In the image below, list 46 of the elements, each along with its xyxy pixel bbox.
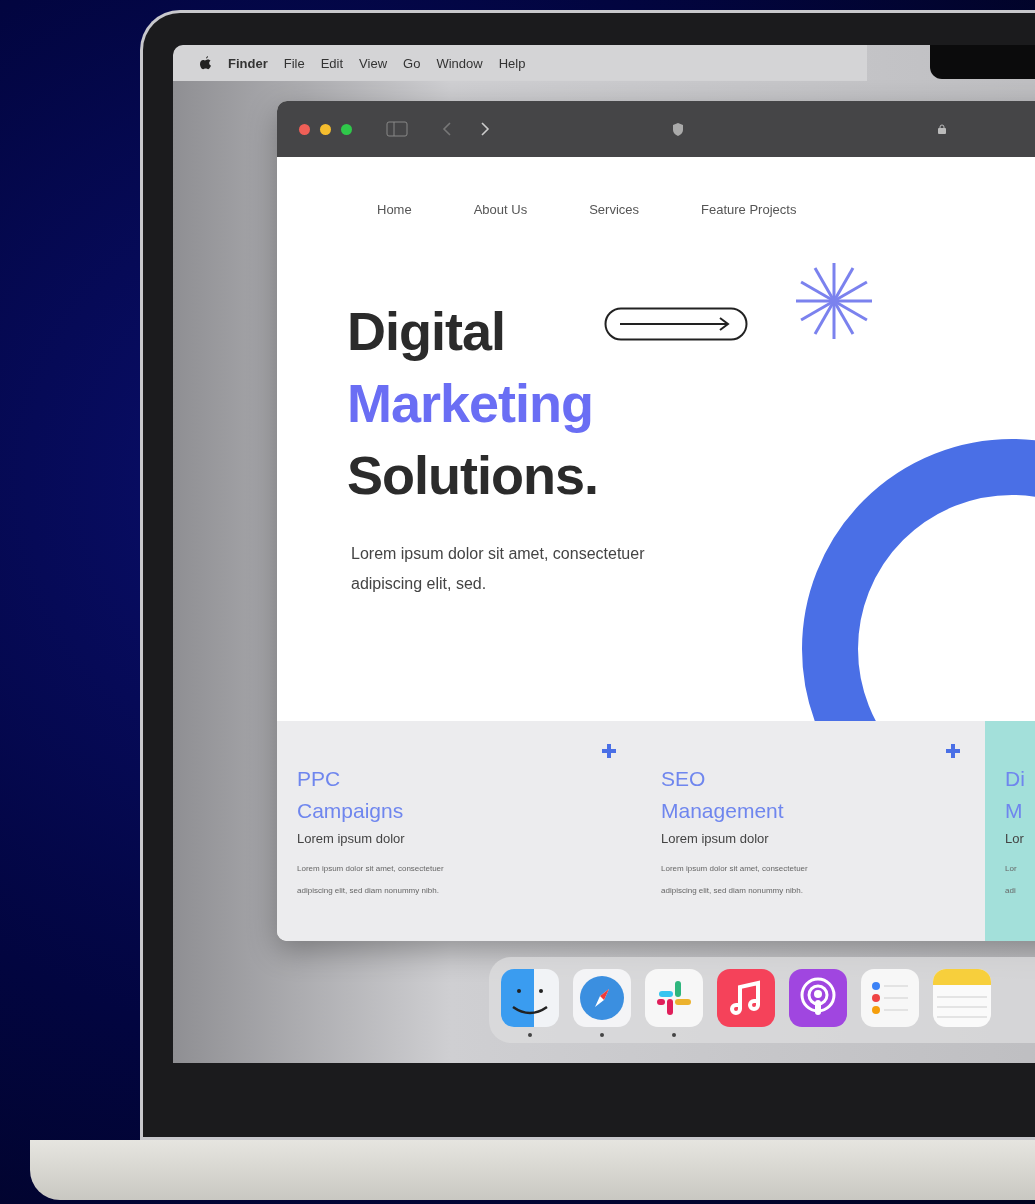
menu-item[interactable]: Window xyxy=(436,55,483,71)
headline: Solutions. xyxy=(347,444,598,507)
card-subtitle: Lor xyxy=(1005,831,1024,846)
card-title: Campaigns xyxy=(297,798,404,824)
nav-link[interactable]: Services xyxy=(589,202,640,217)
apple-icon[interactable] xyxy=(199,55,212,71)
card-title: Management xyxy=(661,798,784,824)
menu-item[interactable]: Help xyxy=(498,55,526,71)
asterisk-icon xyxy=(794,261,874,341)
card-title: M xyxy=(1005,798,1023,824)
card-title: PPC xyxy=(297,766,341,792)
arrow-pill-icon xyxy=(604,307,748,341)
plus-icon[interactable] xyxy=(601,743,617,759)
card-title: Di xyxy=(1005,766,1025,792)
menu-item[interactable]: File xyxy=(283,55,305,71)
sidebar-icon[interactable] xyxy=(386,121,408,137)
hash-icon[interactable] xyxy=(645,969,703,1027)
nav-link[interactable]: Feature Projects xyxy=(701,202,797,217)
nav-link[interactable]: About Us xyxy=(473,202,528,217)
card-title: SEO xyxy=(661,766,706,792)
headline: Digital xyxy=(347,300,505,363)
shield-icon[interactable] xyxy=(672,121,684,137)
zoom-button[interactable] xyxy=(341,123,352,135)
card-text: Lorem ipsum dolor sit amet, consectetuer adipiscing elit, sed diam nonummy nibh. xyxy=(297,863,444,897)
card-text: Lor adi xyxy=(1005,863,1017,897)
card-text: Lorem ipsum dolor sit amet, consectetuer adipiscing elit, sed diam nonummy nibh. xyxy=(661,863,808,897)
back-icon[interactable] xyxy=(442,121,452,137)
card-subtitle: Lorem ipsum dolor xyxy=(661,831,769,846)
smiling-face-icon[interactable] xyxy=(501,969,559,1027)
headline: Marketing xyxy=(347,372,594,435)
close-button[interactable] xyxy=(299,123,310,135)
intro-text: Lorem ipsum dolor sit amet, consectetuer adipiscing elit, sed. xyxy=(351,544,646,594)
list-icon[interactable] xyxy=(861,969,919,1027)
menu-item[interactable]: Go xyxy=(403,55,421,71)
plus-icon[interactable] xyxy=(945,743,961,759)
menu-app-name[interactable]: Finder xyxy=(228,55,268,71)
minimize-button[interactable] xyxy=(320,123,331,135)
music-note-icon[interactable] xyxy=(717,969,775,1027)
compass-icon[interactable] xyxy=(573,969,631,1027)
menu-item[interactable]: View xyxy=(359,55,388,71)
podcast-icon[interactable] xyxy=(789,969,847,1027)
nav-link[interactable]: Home xyxy=(377,202,412,217)
lock-icon xyxy=(938,124,946,134)
menu-item[interactable]: Edit xyxy=(320,55,344,71)
forward-icon[interactable] xyxy=(480,121,490,137)
card-subtitle: Lorem ipsum dolor xyxy=(297,831,405,846)
